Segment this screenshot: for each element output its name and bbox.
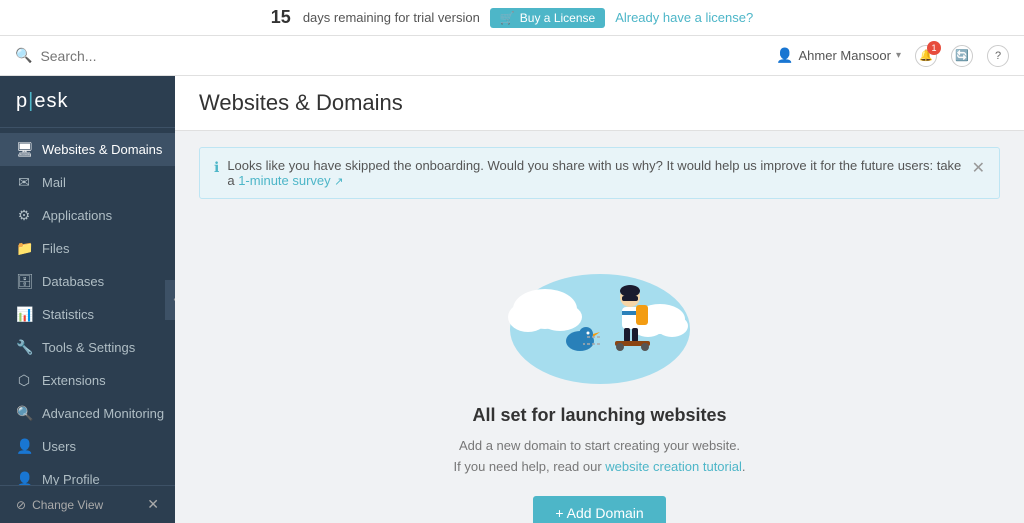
sidebar-item-label: My Profile <box>42 472 100 485</box>
sidebar-item-mail[interactable]: ✉ Mail <box>0 166 175 199</box>
search-icon: 🔍 <box>15 47 32 64</box>
sidebar: p|esk 🖥 Websites & Domains ✉ Mail ⚙ Appl… <box>0 76 175 523</box>
info-banner: ℹ Looks like you have skipped the onboar… <box>199 147 1000 199</box>
banner-close-button[interactable]: ✕ <box>972 158 985 178</box>
page-title: Websites & Domains <box>199 90 1000 116</box>
sidebar-item-label: Tools & Settings <box>42 340 135 355</box>
hero-heading: All set for launching websites <box>472 405 726 426</box>
trial-days: 15 <box>271 7 291 28</box>
monitoring-icon: 🔍 <box>16 405 32 422</box>
sidebar-bottom: ⊘ Change View ✕ <box>0 485 175 523</box>
statistics-icon: 📊 <box>16 306 32 323</box>
sidebar-item-label: Databases <box>42 274 104 289</box>
search-bar: 🔍 👤 Ahmer Mansoor ▾ 🔔 1 🔄 ? <box>0 36 1024 76</box>
sidebar-item-label: Mail <box>42 175 66 190</box>
databases-icon: 🗄 <box>16 273 32 290</box>
mail-icon: ✉ <box>16 174 32 191</box>
notifications-button[interactable]: 🔔 1 <box>915 45 937 67</box>
sidebar-nav: 🖥 Websites & Domains ✉ Mail ⚙ Applicatio… <box>0 128 175 485</box>
monitor-icon: 🖥 <box>16 141 32 158</box>
sidebar-item-extensions[interactable]: ⬡ Extensions <box>0 364 175 397</box>
sidebar-item-users[interactable]: 👤 Users <box>0 430 175 463</box>
updates-button[interactable]: 🔄 <box>951 45 973 67</box>
banner-text: Looks like you have skipped the onboardi… <box>227 158 963 188</box>
sidebar-item-advanced-monitoring[interactable]: 🔍 Advanced Monitoring <box>0 397 175 430</box>
content-inner: ℹ Looks like you have skipped the onboar… <box>175 131 1024 523</box>
sidebar-item-files[interactable]: 📁 Files <box>0 232 175 265</box>
already-license-link[interactable]: Already have a license? <box>615 10 753 25</box>
page-header: Websites & Domains <box>175 76 1024 131</box>
hero-body: Add a new domain to start creating your … <box>454 436 746 478</box>
cart-icon: 🛒 <box>500 11 515 25</box>
extensions-icon: ⬡ <box>16 372 32 389</box>
notification-badge: 1 <box>927 41 941 55</box>
sidebar-item-label: Statistics <box>42 307 94 322</box>
change-view-button[interactable]: ⊘ Change View <box>16 498 103 512</box>
tutorial-link[interactable]: website creation tutorial <box>605 459 742 474</box>
profile-icon: 👤 <box>16 471 32 485</box>
buy-license-button[interactable]: 🛒 Buy a License <box>490 8 605 28</box>
sidebar-item-label: Advanced Monitoring <box>42 406 164 421</box>
logo: p|esk <box>0 76 175 128</box>
survey-link[interactable]: 1-minute survey <box>238 173 330 188</box>
sidebar-item-my-profile[interactable]: 👤 My Profile <box>0 463 175 485</box>
change-view-close-button[interactable]: ✕ <box>147 496 159 513</box>
external-link-icon: ↗ <box>334 176 343 188</box>
sidebar-item-statistics[interactable]: 📊 Statistics <box>0 298 175 331</box>
hero-section: All set for launching websites Add a new… <box>199 219 1000 523</box>
help-button[interactable]: ? <box>987 45 1009 67</box>
sidebar-item-label: Extensions <box>42 373 106 388</box>
files-icon: 📁 <box>16 240 32 257</box>
trial-text: days remaining for trial version <box>303 10 480 25</box>
applications-icon: ⚙ <box>16 207 32 224</box>
info-icon: ℹ <box>214 159 219 176</box>
sidebar-item-websites-domains[interactable]: 🖥 Websites & Domains <box>0 133 175 166</box>
add-domain-button[interactable]: + Add Domain <box>533 496 665 523</box>
search-input[interactable] <box>40 48 768 64</box>
change-view-label: Change View <box>32 498 103 512</box>
chevron-down-icon: ▾ <box>896 50 901 61</box>
sidebar-item-databases[interactable]: 🗄 Databases <box>0 265 175 298</box>
content-area: Websites & Domains ℹ Looks like you have… <box>175 76 1024 523</box>
sidebar-item-tools-settings[interactable]: 🔧 Tools & Settings <box>0 331 175 364</box>
tools-icon: 🔧 <box>16 339 32 356</box>
user-icon: 👤 <box>776 47 793 64</box>
sidebar-collapse-button[interactable]: ‹ <box>165 280 175 320</box>
trial-bar: 15 days remaining for trial version 🛒 Bu… <box>0 0 1024 36</box>
sidebar-item-label: Websites & Domains <box>42 142 162 157</box>
users-icon: 👤 <box>16 438 32 455</box>
sidebar-item-label: Users <box>42 439 76 454</box>
hero-illustration <box>500 229 700 389</box>
main-layout: p|esk 🖥 Websites & Domains ✉ Mail ⚙ Appl… <box>0 76 1024 523</box>
sidebar-item-label: Files <box>42 241 69 256</box>
sidebar-item-applications[interactable]: ⚙ Applications <box>0 199 175 232</box>
header-right: 👤 Ahmer Mansoor ▾ 🔔 1 🔄 ? <box>776 45 1009 67</box>
sidebar-item-label: Applications <box>42 208 112 223</box>
user-name[interactable]: Ahmer Mansoor <box>798 48 890 63</box>
change-view-icon: ⊘ <box>16 498 26 512</box>
